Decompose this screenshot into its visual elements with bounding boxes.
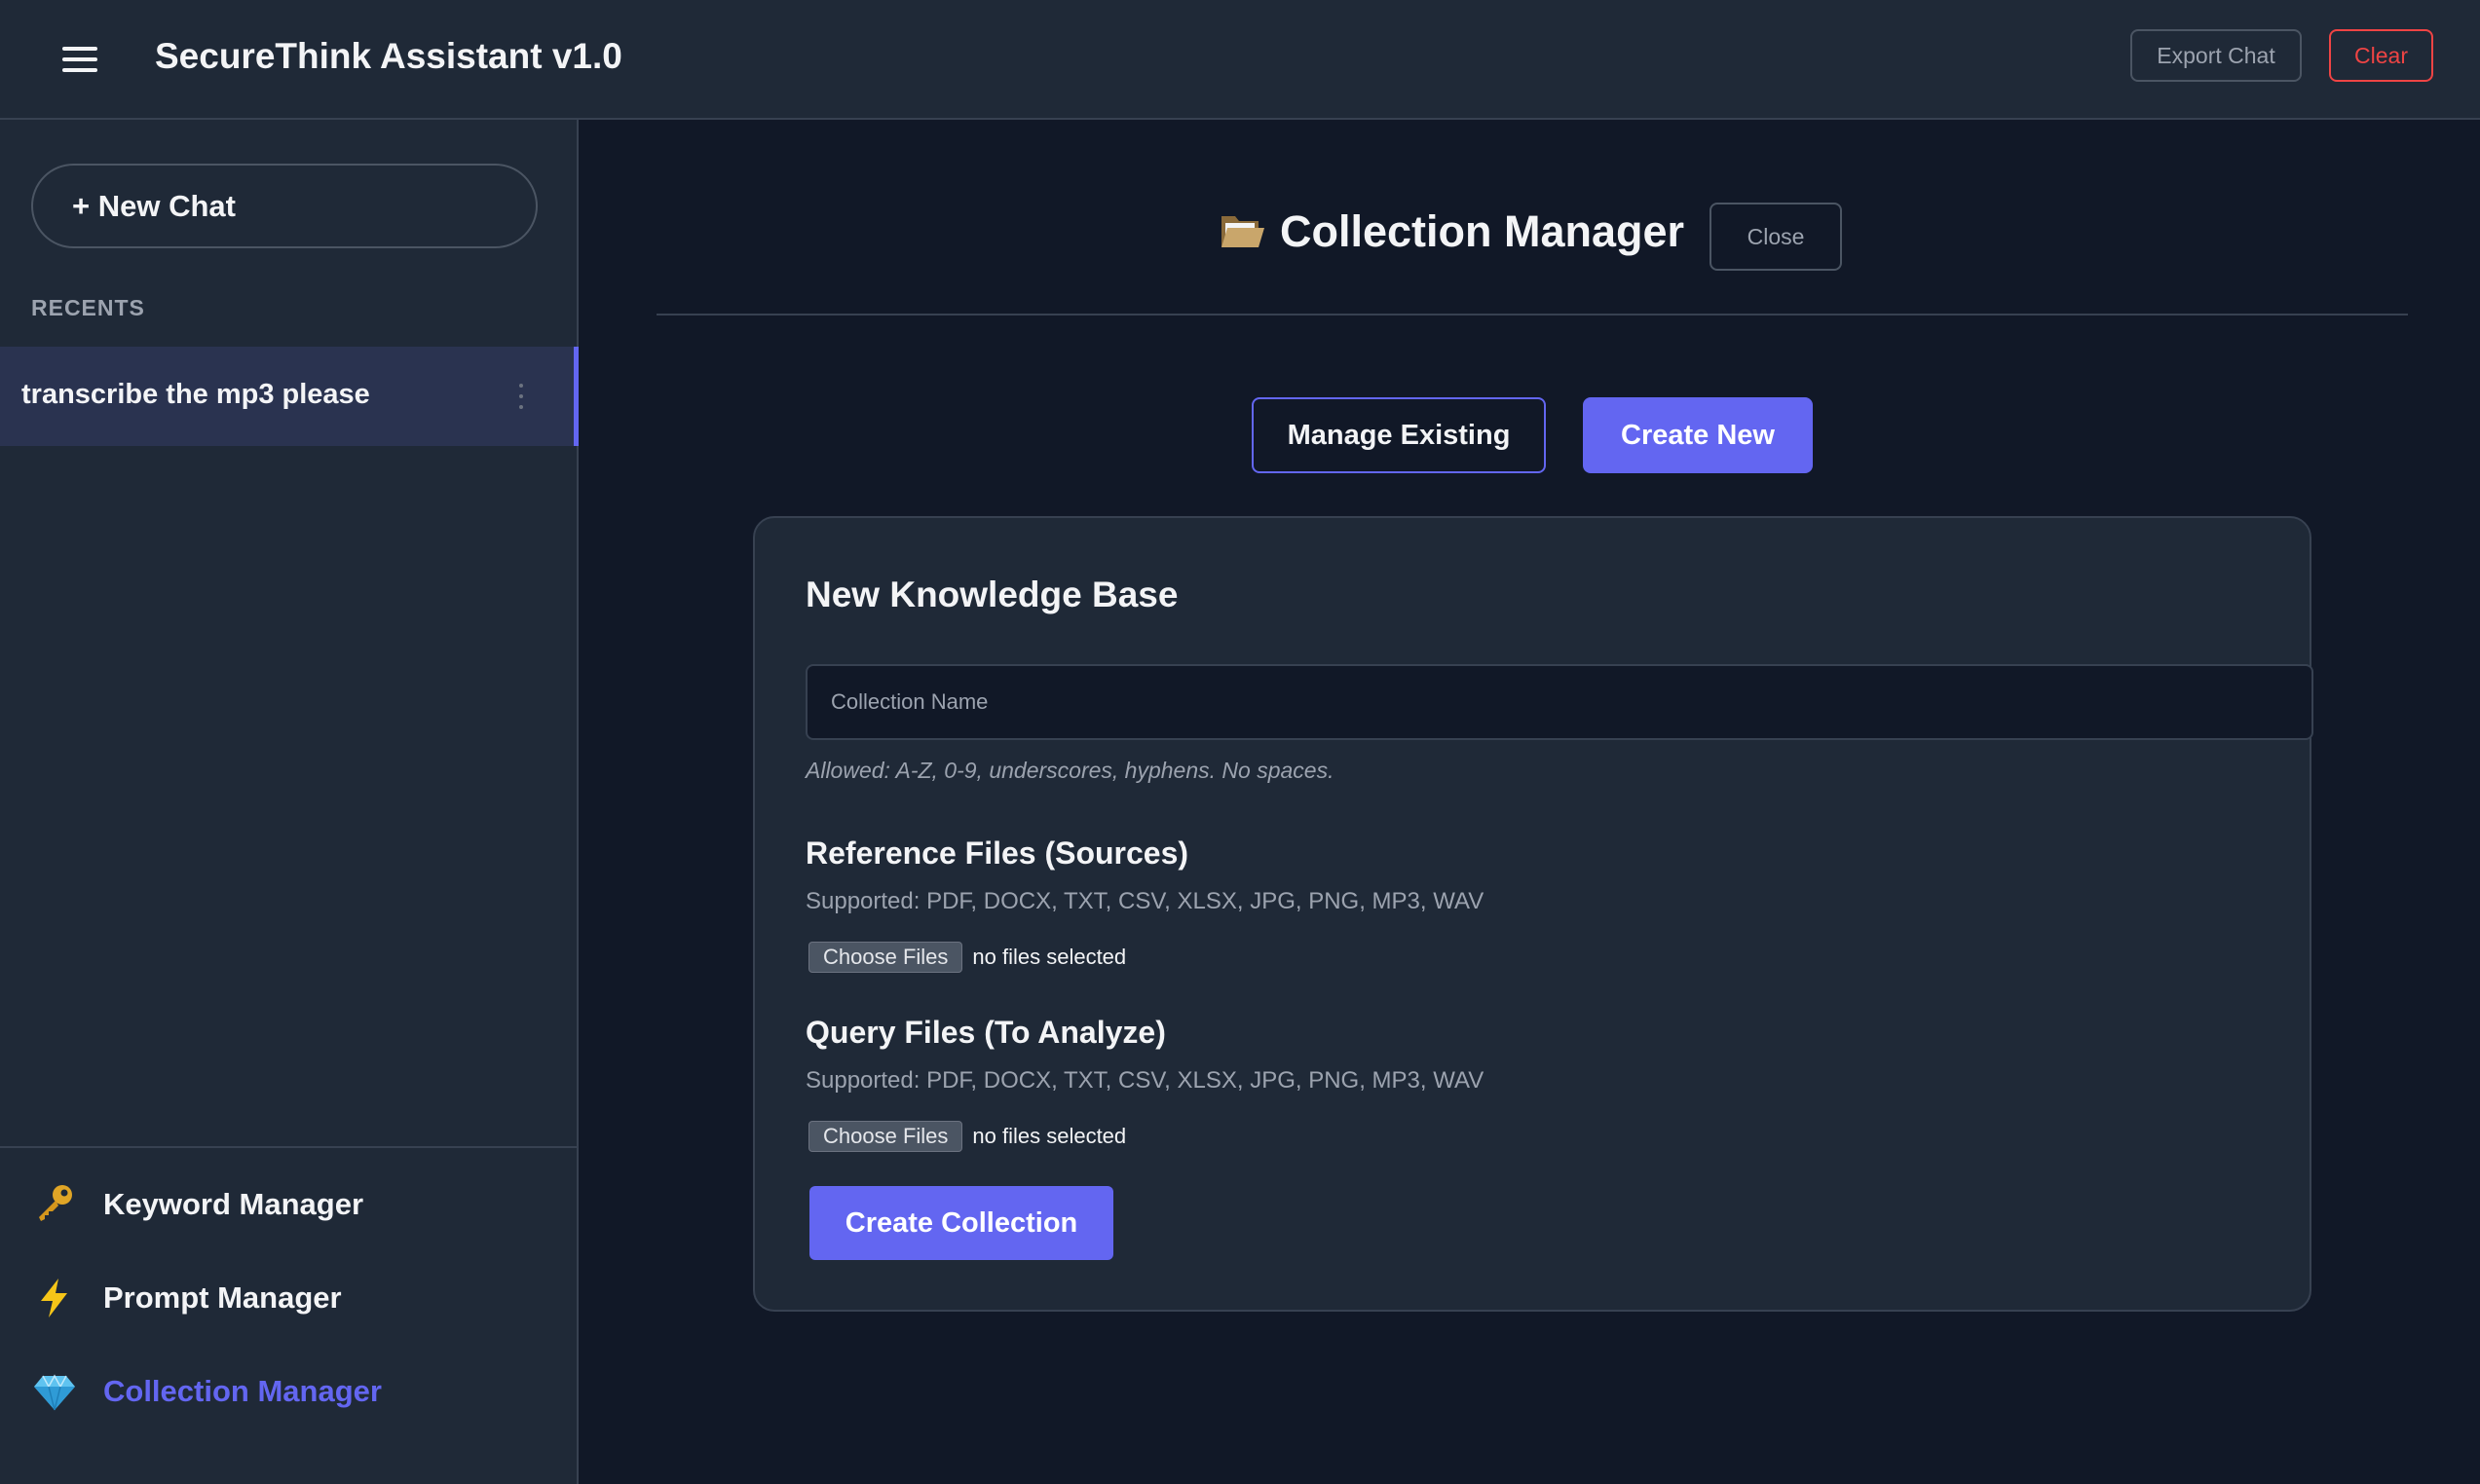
card-title: New Knowledge Base [806,575,1179,614]
divider [657,314,2408,315]
sidebar-item-keyword-manager[interactable]: Keyword Manager [0,1166,579,1243]
sidebar: + New Chat RECENTS transcribe the mp3 pl… [0,120,579,1484]
query-choose-files-button[interactable]: Choose Files [808,1121,963,1152]
query-file-picker: Choose Files no files selected [808,1120,1126,1153]
reference-files-supported: Supported: PDF, DOCX, TXT, CSV, XLSX, JP… [806,888,1484,914]
tab-create-new[interactable]: Create New [1583,397,1813,473]
reference-file-status: no files selected [972,945,1127,969]
query-files-supported: Supported: PDF, DOCX, TXT, CSV, XLSX, JP… [806,1067,1484,1094]
new-knowledge-base-card: New Knowledge Base Allowed: A-Z, 0-9, un… [753,516,2313,1312]
collection-name-input[interactable] [806,664,2313,740]
reference-file-picker: Choose Files no files selected [808,941,1126,974]
query-files-heading: Query Files (To Analyze) [806,1015,1166,1050]
recent-chat-title: transcribe the mp3 please [21,379,370,410]
recent-chat-item[interactable]: transcribe the mp3 please [0,347,579,446]
close-button[interactable]: Close [1710,203,1842,271]
export-chat-button[interactable]: Export Chat [2130,29,2302,82]
lightning-icon [41,1279,67,1317]
key-icon [39,1185,72,1221]
page-title: Collection Manager [1280,206,1685,256]
keyword-manager-label: Keyword Manager [103,1187,364,1221]
more-options-icon[interactable] [508,380,534,413]
reference-files-heading: Reference Files (Sources) [806,835,1189,871]
hamburger-menu-icon[interactable] [62,43,97,76]
collection-name-hint: Allowed: A-Z, 0-9, underscores, hyphens.… [806,758,1334,783]
clear-button[interactable]: Clear [2329,29,2433,82]
sidebar-item-collection-manager[interactable]: Collection Manager [0,1353,579,1430]
top-bar: SecureThink Assistant v1.0 Export Chat C… [0,0,2480,120]
sidebar-tools: Keyword Manager Prompt Manager Collectio… [0,1146,579,1484]
page-title-wrap: Collection Manager [1220,203,1684,261]
create-collection-button[interactable]: Create Collection [809,1186,1113,1260]
sidebar-item-prompt-manager[interactable]: Prompt Manager [0,1259,579,1337]
tab-manage-existing[interactable]: Manage Existing [1252,397,1546,473]
recents-heading: RECENTS [31,295,145,320]
new-chat-button[interactable]: + New Chat [31,164,538,248]
query-file-status: no files selected [972,1124,1127,1148]
gem-icon [34,1374,75,1411]
folder-icon [1221,216,1264,247]
collection-manager-label: Collection Manager [103,1374,382,1408]
prompt-manager-label: Prompt Manager [103,1280,342,1315]
app-title: SecureThink Assistant v1.0 [155,36,622,76]
reference-choose-files-button[interactable]: Choose Files [808,942,963,973]
